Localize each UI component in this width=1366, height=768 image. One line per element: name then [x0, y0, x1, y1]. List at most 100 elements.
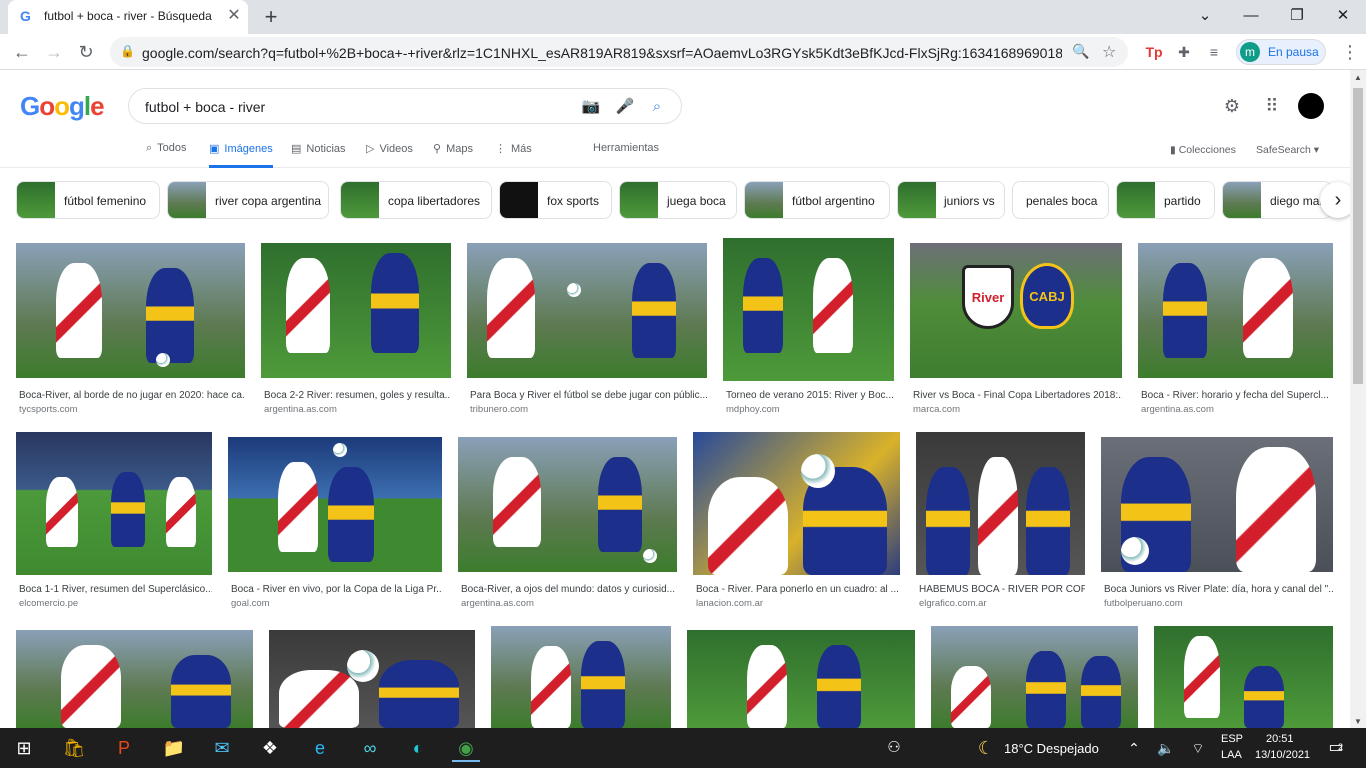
- bookmark-star-icon[interactable]: ☆: [1102, 42, 1116, 62]
- microphone-icon[interactable]: 🎤: [615, 97, 635, 117]
- tab-search-chevron-icon[interactable]: ⌄: [1182, 2, 1228, 30]
- image-result[interactable]: Boca - River en vivo, por la Copa de la …: [228, 437, 442, 612]
- image-result[interactable]: [931, 626, 1138, 728]
- result-thumbnail[interactable]: [261, 243, 451, 378]
- result-title[interactable]: Torneo de verano 2015: River y Boc...: [726, 390, 894, 401]
- scroll-up-icon[interactable]: ▲: [1350, 70, 1366, 86]
- result-thumbnail[interactable]: [16, 243, 245, 378]
- image-result[interactable]: [491, 626, 671, 728]
- result-title[interactable]: River vs Boca - Final Copa Libertadores …: [913, 390, 1122, 401]
- lock-icon[interactable]: 🔒: [120, 44, 135, 58]
- account-avatar[interactable]: [1298, 93, 1324, 119]
- safesearch-button[interactable]: SafeSearch ▾: [1256, 144, 1319, 156]
- result-thumbnail[interactable]: [1101, 437, 1333, 572]
- scrollbar-thumb[interactable]: [1353, 88, 1363, 384]
- image-result[interactable]: Boca-River, al borde de no jugar en 2020…: [16, 243, 245, 418]
- address-bar[interactable]: 🔒 google.com/search?q=futbol+%2B+boca+-+…: [110, 37, 1128, 67]
- clock-time[interactable]: 20:51: [1266, 733, 1294, 745]
- result-thumbnail[interactable]: [16, 432, 212, 575]
- url-text[interactable]: google.com/search?q=futbol+%2B+boca+-+ri…: [142, 45, 1062, 61]
- result-title[interactable]: Para Boca y River el fútbol se debe juga…: [470, 390, 707, 401]
- file-explorer-icon[interactable]: 📁: [160, 734, 188, 762]
- maximize-button[interactable]: ❐: [1274, 2, 1320, 30]
- tab-noticias[interactable]: ▤ Noticias: [291, 142, 346, 168]
- chip-futbol-femenino[interactable]: fútbol femenino: [16, 181, 160, 219]
- collections-button[interactable]: ▮ Colecciones: [1170, 144, 1236, 156]
- image-result[interactable]: River CABJ River vs Boca - Final Copa Li…: [910, 243, 1122, 418]
- result-source[interactable]: mdphoy.com: [726, 404, 894, 415]
- wifi-icon[interactable]: ⌔: [1184, 734, 1212, 762]
- image-result[interactable]: Boca - River. Para ponerlo en un cuadro:…: [693, 432, 900, 612]
- result-title[interactable]: Boca - River. Para ponerlo en un cuadro:…: [696, 584, 900, 595]
- infinity-app-icon[interactable]: ∞: [356, 734, 384, 762]
- close-tab-icon[interactable]: ✕: [224, 6, 244, 26]
- language-bottom[interactable]: LAA: [1221, 749, 1242, 761]
- result-thumbnail[interactable]: [16, 630, 253, 728]
- edge-icon[interactable]: ◐: [404, 734, 432, 762]
- result-source[interactable]: elcomercio.pe: [19, 598, 212, 609]
- image-result[interactable]: HABEMUS BOCA - RIVER POR COP... elgrafic…: [916, 432, 1085, 612]
- minimize-button[interactable]: —: [1228, 2, 1274, 30]
- search-lens-icon[interactable]: 🔍: [1072, 43, 1089, 60]
- result-source[interactable]: argentina.as.com: [1141, 404, 1333, 415]
- result-thumbnail[interactable]: [1138, 243, 1333, 378]
- result-thumbnail[interactable]: [228, 437, 442, 572]
- settings-gear-icon[interactable]: ⚙: [1220, 94, 1244, 118]
- tab-maps[interactable]: ⚲ Maps: [433, 142, 473, 168]
- result-source[interactable]: tribunero.com: [470, 404, 707, 415]
- chip-partido[interactable]: partido: [1116, 181, 1215, 219]
- google-logo[interactable]: Google: [20, 91, 105, 122]
- result-thumbnail[interactable]: [1154, 626, 1333, 728]
- result-source[interactable]: goal.com: [231, 598, 442, 609]
- media-queue-icon[interactable]: ≡: [1204, 42, 1224, 62]
- search-box[interactable]: futbol + boca - river 📷 🎤 ⌕: [128, 88, 682, 124]
- tab-imagenes[interactable]: ▣ Imágenes: [209, 142, 273, 168]
- image-result[interactable]: Para Boca y River el fútbol se debe juga…: [467, 243, 707, 418]
- windows-start-icon[interactable]: ⊞: [10, 734, 38, 762]
- result-title[interactable]: Boca - River en vivo, por la Copa de la …: [231, 584, 442, 595]
- result-source[interactable]: elgrafico.com.ar: [919, 598, 1085, 609]
- weather-moon-icon[interactable]: ☾: [972, 734, 1000, 762]
- clock-date[interactable]: 13/10/2021: [1255, 749, 1310, 761]
- new-tab-button[interactable]: +: [258, 4, 284, 30]
- chrome-icon[interactable]: ◉: [452, 734, 480, 762]
- image-result[interactable]: [16, 630, 253, 728]
- language-top[interactable]: ESP: [1221, 733, 1243, 745]
- tab-todos[interactable]: ⌕ Todos: [146, 142, 187, 168]
- search-input[interactable]: futbol + boca - river: [145, 99, 265, 115]
- show-hidden-icons-chevron[interactable]: ⌃: [1120, 734, 1148, 762]
- mail-icon[interactable]: ✉: [208, 734, 236, 762]
- chip-copa-libertadores[interactable]: copa libertadores: [340, 181, 492, 219]
- result-source[interactable]: lanacion.com.ar: [696, 598, 900, 609]
- notifications-icon[interactable]: ▭: [1322, 734, 1350, 762]
- image-result[interactable]: [1154, 626, 1333, 728]
- chip-futbol-argentino[interactable]: fútbol argentino: [744, 181, 890, 219]
- page-scrollbar[interactable]: ▲ ▼: [1350, 70, 1366, 730]
- image-result[interactable]: Torneo de verano 2015: River y Boc... md…: [723, 238, 894, 418]
- browser-tab[interactable]: G futbol + boca - river - Búsqueda ✕: [8, 0, 248, 34]
- chip-penales-boca[interactable]: penales boca: [1012, 181, 1109, 219]
- result-title[interactable]: HABEMUS BOCA - RIVER POR COP...: [919, 584, 1085, 595]
- result-thumbnail[interactable]: [931, 626, 1138, 728]
- image-result[interactable]: [269, 630, 475, 728]
- result-thumbnail[interactable]: [723, 238, 894, 381]
- result-title[interactable]: Boca Juniors vs River Plate: día, hora y…: [1104, 584, 1333, 595]
- reload-button[interactable]: ↻: [72, 38, 100, 66]
- chip-fox-sports[interactable]: fox sports: [499, 181, 612, 219]
- image-result[interactable]: Boca 1-1 River, resumen del Superclásico…: [16, 432, 212, 612]
- result-source[interactable]: futbolperuano.com: [1104, 598, 1333, 609]
- image-result[interactable]: [687, 630, 915, 728]
- result-thumbnail[interactable]: [467, 243, 707, 378]
- profile-button[interactable]: m En pausa: [1236, 39, 1326, 65]
- result-title[interactable]: Boca 2-2 River: resumen, goles y resulta…: [264, 390, 451, 401]
- extension-tp-icon[interactable]: Tp: [1144, 42, 1164, 62]
- result-thumbnail[interactable]: River CABJ: [910, 243, 1122, 378]
- result-thumbnail[interactable]: [916, 432, 1085, 575]
- result-title[interactable]: Boca - River: horario y fecha del Superc…: [1141, 390, 1333, 401]
- result-thumbnail[interactable]: [693, 432, 900, 575]
- result-title[interactable]: Boca 1-1 River, resumen del Superclásico…: [19, 584, 212, 595]
- forward-button[interactable]: →: [40, 38, 68, 66]
- dropbox-icon[interactable]: ❖: [256, 734, 284, 762]
- tools-button[interactable]: Herramientas: [593, 142, 659, 168]
- result-source[interactable]: argentina.as.com: [461, 598, 677, 609]
